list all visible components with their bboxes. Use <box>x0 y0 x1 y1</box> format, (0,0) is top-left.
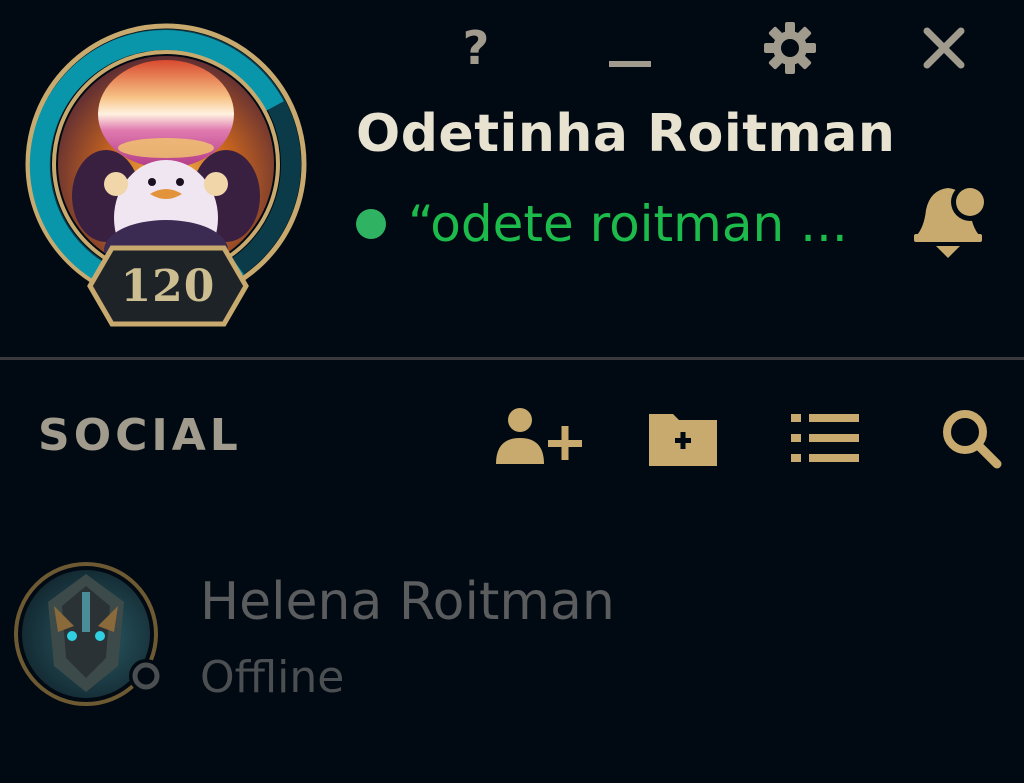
friend-status: Offline <box>200 652 345 703</box>
close-icon <box>923 27 965 69</box>
minimize-icon <box>609 61 651 67</box>
search-icon <box>943 410 1002 469</box>
header-divider <box>0 357 1024 360</box>
settings-button[interactable] <box>760 18 820 78</box>
help-button[interactable]: ? <box>446 18 506 78</box>
close-button[interactable] <box>914 18 974 78</box>
search-button[interactable] <box>926 400 1016 476</box>
list-icon <box>791 414 859 462</box>
list-view-button[interactable] <box>780 400 870 476</box>
status-message[interactable]: “odete roitman ... <box>408 195 848 253</box>
minimize-button[interactable] <box>600 18 660 78</box>
friend-name: Helena Roitman <box>200 572 615 632</box>
friend-avatar <box>14 562 174 712</box>
online-status-icon <box>356 209 386 239</box>
social-title: SOCIAL <box>38 410 242 461</box>
bell-icon <box>914 183 989 258</box>
add-folder-icon <box>649 414 717 466</box>
friend-list-item[interactable]: Helena Roitman Offline <box>0 550 1024 720</box>
add-friend-button[interactable] <box>494 400 584 476</box>
notifications-button[interactable] <box>906 180 998 268</box>
gear-icon <box>764 22 816 74</box>
summoner-name: Odetinha Roitman <box>356 104 896 164</box>
level-text: 120 <box>120 260 216 312</box>
level-badge: 120 <box>86 244 250 328</box>
status-row[interactable]: “odete roitman ... <box>356 194 848 254</box>
help-label: ? <box>462 21 490 75</box>
add-friend-icon <box>496 408 582 464</box>
add-folder-button[interactable] <box>638 400 728 476</box>
